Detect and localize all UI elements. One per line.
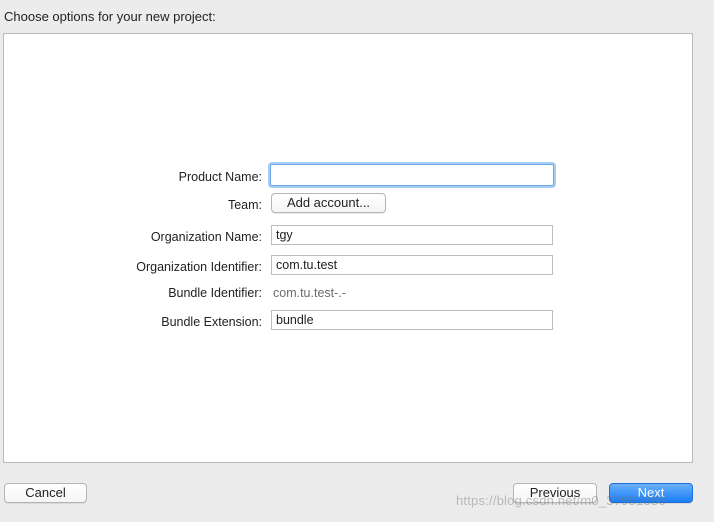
organization-identifier-row: Organization Identifier: <box>4 255 692 279</box>
organization-identifier-label: Organization Identifier: <box>136 260 262 274</box>
bundle-extension-input[interactable] <box>271 310 553 330</box>
bundle-extension-row: Bundle Extension: <box>4 310 692 334</box>
previous-button[interactable]: Previous <box>513 483 597 503</box>
next-button[interactable]: Next <box>609 483 693 503</box>
product-name-input[interactable] <box>270 164 554 186</box>
organization-name-row: Organization Name: <box>4 225 692 249</box>
team-row: Team: Add account... <box>4 193 692 217</box>
product-name-row: Product Name: <box>4 164 692 189</box>
cancel-button[interactable]: Cancel <box>4 483 87 503</box>
product-name-label: Product Name: <box>178 170 262 184</box>
organization-name-input[interactable] <box>271 225 553 245</box>
organization-name-label: Organization Name: <box>150 230 262 244</box>
bundle-extension-label: Bundle Extension: <box>161 315 262 329</box>
options-panel: Product Name: Team: Add account... Organ… <box>3 33 693 463</box>
team-label: Team: <box>227 198 262 212</box>
bundle-identifier-value: com.tu.test-.- <box>273 286 346 300</box>
bundle-identifier-label: Bundle Identifier: <box>168 286 262 300</box>
organization-identifier-input[interactable] <box>271 255 553 275</box>
dialog-title: Choose options for your new project: <box>4 9 216 24</box>
add-account-button[interactable]: Add account... <box>271 193 386 213</box>
bundle-identifier-row: Bundle Identifier: com.tu.test-.- <box>4 281 692 305</box>
